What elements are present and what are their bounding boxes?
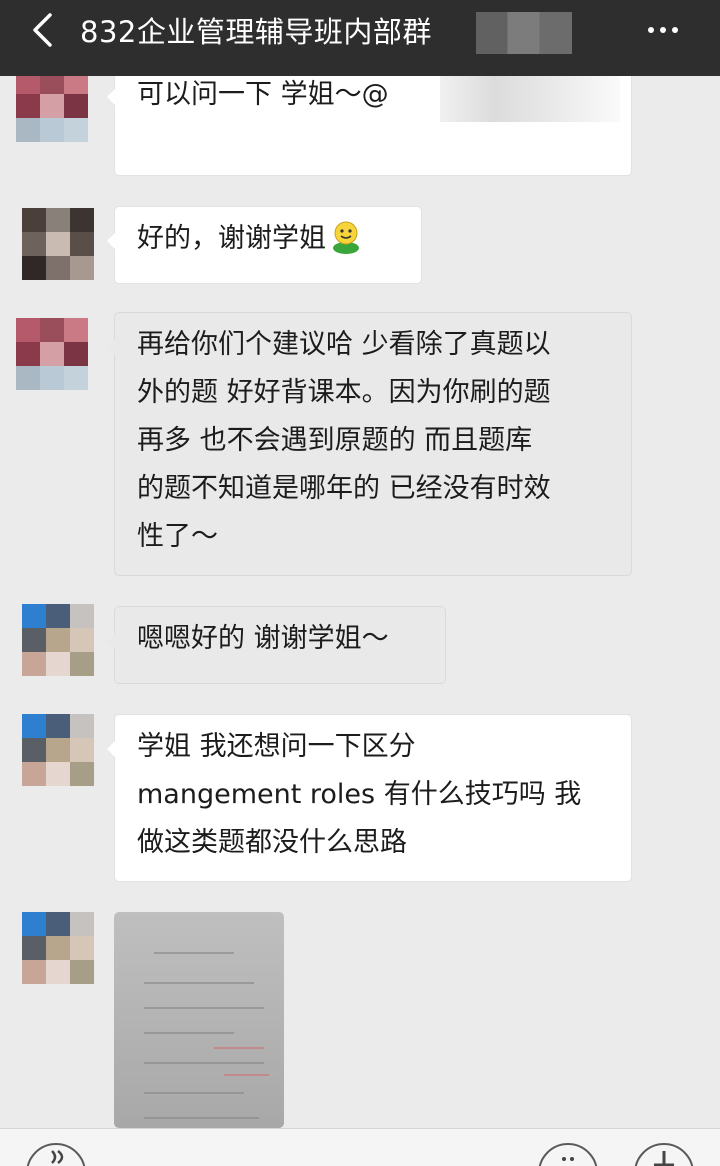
- message-line: 好的，谢谢学姐: [137, 223, 326, 254]
- message-line: 性了～: [137, 521, 218, 552]
- plus-icon: [654, 1151, 674, 1166]
- avatar[interactable]: [16, 70, 88, 142]
- chevron-left-icon: [33, 13, 52, 47]
- message-line: 再给你们个建议哈 少看除了真题以: [137, 329, 551, 360]
- message-line: 外的题 好好背课本。因为你刷的题: [137, 377, 551, 408]
- image-message[interactable]: [114, 912, 284, 1128]
- message-line: 的题不知道是哪年的 已经没有时效: [137, 473, 551, 504]
- avatar[interactable]: [22, 604, 94, 676]
- message-line: 做这类题都没什么思路: [137, 827, 407, 858]
- avatar[interactable]: [22, 714, 94, 786]
- more-button[interactable]: [632, 8, 694, 52]
- message-line: 再多 也不会遇到原题的 而且题库: [137, 425, 533, 456]
- input-toolbar: [0, 1128, 720, 1166]
- ellipsis-icon: [648, 27, 654, 33]
- message-line: 嗯嗯好的 谢谢学姐～: [137, 623, 389, 654]
- emoji-button[interactable]: [538, 1143, 598, 1166]
- message-bubble[interactable]: 嗯嗯好的 谢谢学姐～: [107, 606, 446, 684]
- message-bubble[interactable]: 学姐 我还想问一下区分 mangement roles 有什么技巧吗 我 做这类…: [107, 714, 632, 882]
- chat-title: 832企业管理辅导班内部群: [80, 15, 432, 49]
- plus-button[interactable]: [634, 1143, 694, 1166]
- message-bubble[interactable]: 再给你们个建议哈 少看除了真题以 外的题 好好背课本。因为你刷的题 再多 也不会…: [107, 312, 632, 576]
- back-button[interactable]: [22, 8, 62, 52]
- message-line: mangement roles 有什么技巧吗 我: [137, 779, 582, 810]
- redacted-mention: [440, 74, 620, 122]
- chat-header: 832企业管理辅导班内部群: [0, 0, 720, 76]
- voice-icon: [51, 1150, 64, 1164]
- voice-button[interactable]: [26, 1143, 86, 1166]
- chat-screen: 832企业管理辅导班内部群 可以问一下 学姐～@ 好的，谢谢学姐 再给你们个建议…: [0, 0, 720, 1166]
- message-bubble[interactable]: 好的，谢谢学姐: [107, 206, 422, 284]
- avatar[interactable]: [22, 912, 94, 984]
- emoji-icon: [562, 1157, 574, 1161]
- message-line: 学姐 我还想问一下区分: [137, 731, 416, 762]
- redacted-title-suffix: [476, 12, 572, 54]
- avatar[interactable]: [16, 318, 88, 390]
- avatar[interactable]: [22, 208, 94, 280]
- smiley-face-icon: [328, 219, 364, 255]
